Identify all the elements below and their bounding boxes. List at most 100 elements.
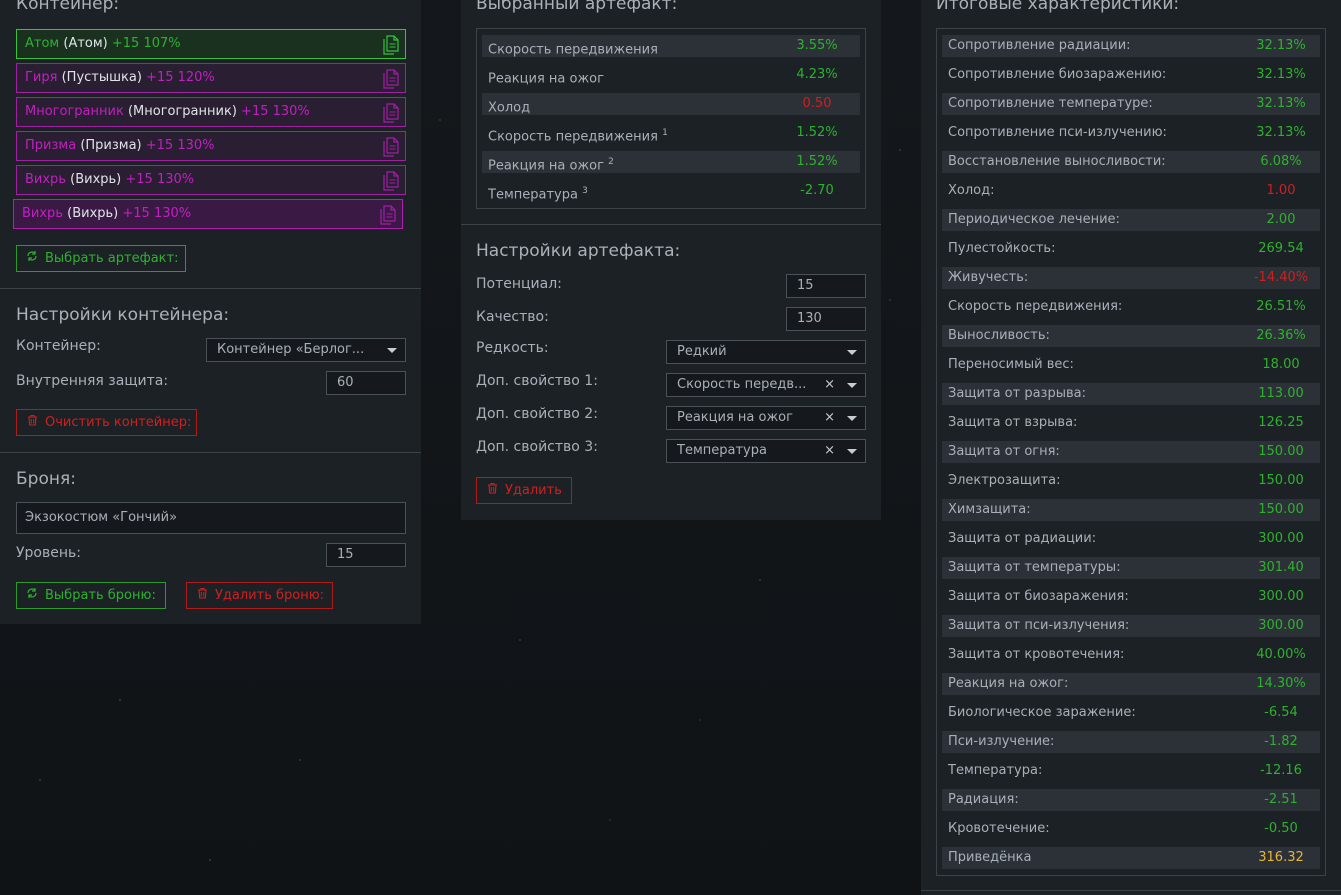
clear-container-button[interactable]: Очистить контейнер: — [16, 409, 197, 436]
stat-name: Приведёнка — [948, 850, 1032, 865]
total-stat-row: Защита от кровотечения: 40.00% — [942, 644, 1320, 666]
stat-value: 150.00 — [1258, 473, 1304, 488]
totals-stats: Сопротивление радиации: 32.13% Сопротивлен… — [936, 28, 1326, 876]
document-copy-icon[interactable] — [383, 171, 399, 191]
potential-input[interactable]: 15 — [786, 274, 866, 298]
right-panel: Итоговые характеристики: Сопротивление р… — [921, 0, 1341, 895]
artifact-stat-row: Температура 3 -2.70 — [482, 180, 860, 202]
quality-input[interactable]: 130 — [786, 307, 866, 331]
delete-artifact-button[interactable]: Удалить — [476, 477, 572, 504]
artifact-slot-name: Вихрь — [22, 206, 63, 221]
stat-name: Скорость передвижения — [488, 42, 658, 58]
artifact-slot-name: Многогранник — [25, 104, 124, 119]
artifact-slot-name: Призма — [25, 138, 77, 153]
artifact-slot[interactable]: Вихрь (Вихрь) +15 130% — [16, 165, 406, 195]
stat-value: -2.70 — [800, 183, 834, 198]
document-copy-icon[interactable] — [383, 103, 399, 123]
stat-name: Защита от взрыва: — [948, 415, 1078, 430]
stat-name: Температура: — [948, 763, 1043, 778]
divider — [0, 288, 421, 289]
stat-name: Пулестойкость: — [948, 241, 1056, 256]
armor-input[interactable]: Экзокостюм «Гончий» — [16, 502, 406, 534]
stat-name: Сопротивление биозаражению: — [948, 67, 1167, 82]
document-copy-icon[interactable] — [383, 35, 399, 55]
artifact-slot[interactable]: Вихрь (Вихрь) +15 130% — [13, 199, 403, 229]
container-select[interactable]: Контейнер «Берлог... — [206, 338, 406, 362]
prop1-label: Доп. свойство 1: — [476, 373, 598, 389]
stat-name: Живучесть: — [948, 270, 1029, 285]
stat-name: Радиация: — [948, 792, 1019, 807]
potential-label: Потенциал: — [476, 276, 562, 292]
stat-value: 300.00 — [1258, 618, 1304, 633]
artifact-slot-bonus: +15 130% — [122, 206, 192, 221]
clear-icon[interactable]: × — [824, 440, 835, 462]
prop2-select[interactable]: Реакция на ожог × — [666, 406, 866, 430]
stat-value: -0.50 — [1264, 821, 1298, 836]
stat-value: 32.13% — [1256, 67, 1306, 82]
total-stat-row: Выносливость: 26.36% — [942, 325, 1320, 347]
stat-value: 32.13% — [1256, 38, 1306, 53]
stat-name: Холод — [488, 100, 531, 116]
select-armor-button[interactable]: Выбрать броню: — [16, 582, 166, 609]
artifact-slot[interactable]: Гиря (Пустышка) +15 120% — [16, 63, 406, 93]
inner-protection-label: Внутренняя защита: — [16, 373, 169, 389]
document-copy-icon[interactable] — [383, 137, 399, 157]
artifact-slot-name: Атом — [25, 36, 60, 51]
prop3-select[interactable]: Температура × — [666, 439, 866, 463]
stat-value: 14.30% — [1256, 676, 1306, 691]
stat-value: 269.54 — [1258, 241, 1304, 256]
total-stat-row: Электрозащита: 150.00 — [942, 470, 1320, 492]
artifact-slot[interactable]: Призма (Призма) +15 130% — [16, 131, 406, 161]
prop1-select[interactable]: Скорость передв... × — [666, 373, 866, 397]
stat-name: Сопротивление температуре: — [948, 96, 1153, 111]
total-stat-row: Защита от огня: 150.00 — [942, 441, 1320, 463]
container-label: Контейнер: — [16, 338, 101, 354]
stat-name: Электрозащита: — [948, 473, 1061, 488]
inner-protection-input[interactable]: 60 — [326, 371, 406, 395]
selected-artifact-stats: Скорость передвижения 3.55% Реакция на ожо… — [476, 28, 866, 209]
clear-container-label: Очистить контейнер: — [45, 415, 192, 430]
artifact-slot-name: Вихрь — [25, 172, 66, 187]
trash-icon — [195, 583, 209, 608]
stat-value: -14.40% — [1253, 270, 1309, 285]
clear-icon[interactable]: × — [824, 374, 835, 396]
stat-value: 26.36% — [1256, 328, 1306, 343]
stat-name: Реакция на ожог 2 — [488, 157, 614, 174]
stat-value: -1.82 — [1264, 734, 1298, 749]
select-armor-label: Выбрать броню: — [45, 588, 156, 603]
stat-value: 2.00 — [1266, 212, 1296, 227]
artifact-slot-alias: (Вихрь) — [70, 172, 122, 187]
total-stat-row: Биологическое заражение: -6.54 — [942, 702, 1320, 724]
middle-panel: Выбранный артефакт: Скорость передвижени… — [461, 0, 881, 520]
stat-value: 1.52% — [796, 154, 838, 169]
clear-icon[interactable]: × — [824, 407, 835, 429]
artifact-slot-bonus: +15 130% — [145, 138, 215, 153]
select-artifact-button[interactable]: Выбрать артефакт: — [16, 245, 186, 272]
total-stat-row: Переносимый вес: 18.00 — [942, 354, 1320, 376]
delete-armor-button[interactable]: Удалить броню: — [186, 582, 333, 609]
artifact-slot[interactable]: Многогранник (Многогранник) +15 130% — [16, 97, 406, 127]
total-stat-row: Защита от пси-излучения: 300.00 — [942, 615, 1320, 637]
left-panel: Контейнер: Атом (Атом) +15 107% Гиря (Пус… — [0, 0, 421, 624]
stat-value: 300.00 — [1258, 589, 1304, 604]
chevron-down-icon — [847, 449, 857, 454]
stat-value: 1.00 — [1266, 183, 1296, 198]
total-stat-row: Скорость передвижения: 26.51% — [942, 296, 1320, 318]
document-copy-icon[interactable] — [383, 69, 399, 89]
rarity-label: Редкость: — [476, 340, 549, 356]
rarity-select[interactable]: Редкий — [666, 340, 866, 364]
stat-name: Защита от пси-излучения: — [948, 618, 1130, 633]
document-copy-icon[interactable] — [380, 205, 396, 225]
stat-value: 301.40 — [1258, 560, 1304, 575]
stat-value: 126.25 — [1258, 415, 1304, 430]
level-input[interactable]: 15 — [326, 543, 406, 567]
stat-value: -12.16 — [1260, 763, 1302, 778]
quality-label: Качество: — [476, 309, 549, 325]
chevron-down-icon — [847, 350, 857, 355]
artifact-slot[interactable]: Атом (Атом) +15 107% — [16, 29, 406, 59]
selected-artifact-title: Выбранный артефакт: — [476, 0, 678, 14]
total-stat-row: Сопротивление пси-излучению: 32.13% — [942, 122, 1320, 144]
stat-name: Переносимый вес: — [948, 357, 1074, 372]
total-stat-row: Пулестойкость: 269.54 — [942, 238, 1320, 260]
container-title: Контейнер: — [16, 0, 120, 14]
